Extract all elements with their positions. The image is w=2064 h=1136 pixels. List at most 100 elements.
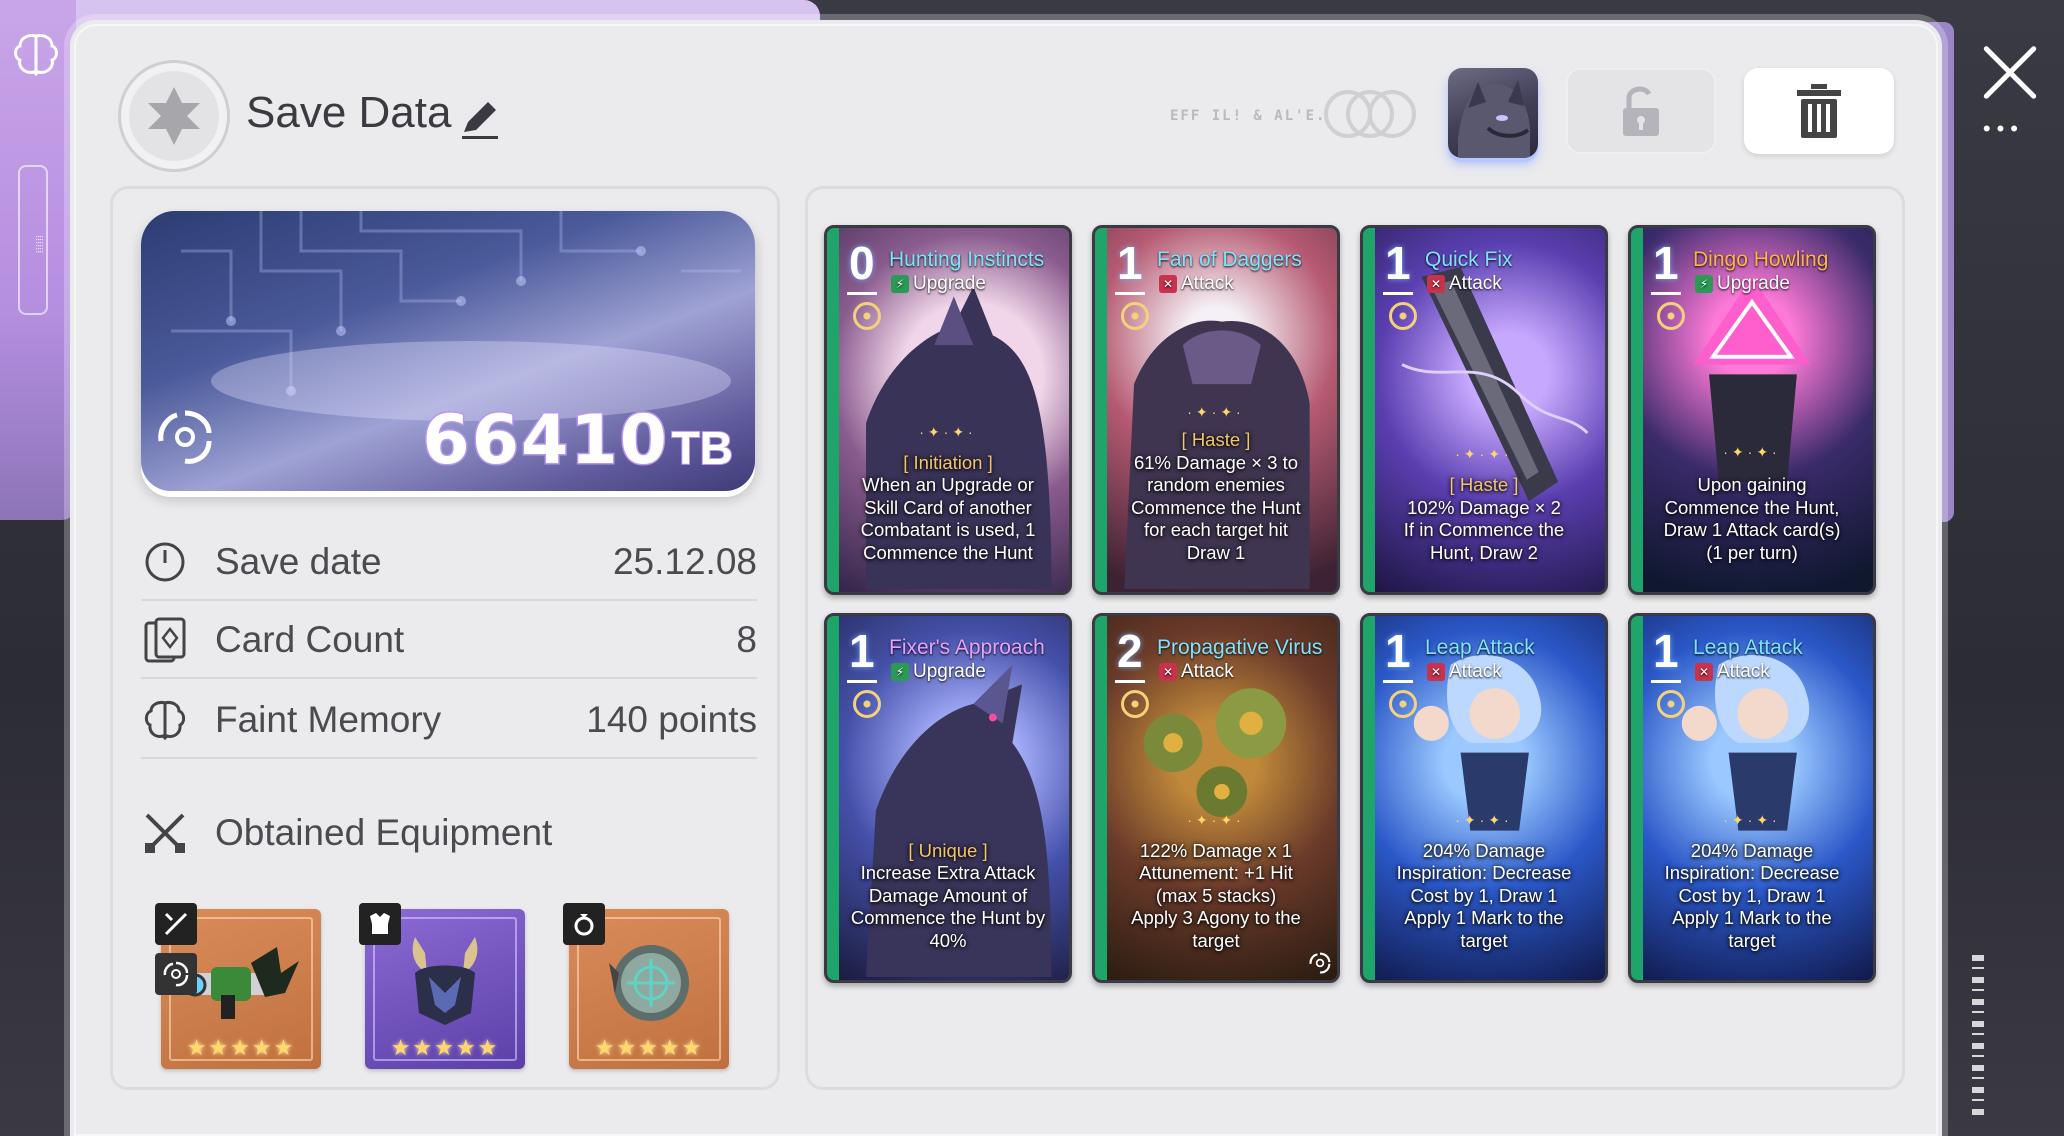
target-icon — [853, 302, 881, 330]
card-fan-of-daggers[interactable]: 1 Fan of Daggers ✕ Attack ·✦·✦· [ Haste ]… — [1092, 225, 1340, 595]
card-description: [ Initiation ] When an Upgrade or Skill … — [860, 451, 1036, 563]
card-description: 204% Damage Inspiration: Decrease Cost b… — [1664, 839, 1840, 951]
faint-memory-row: Faint Memory 140 points — [141, 683, 757, 759]
edit-pencil-icon[interactable] — [456, 94, 504, 142]
save-data-panel: Save Data EFF IL! & AL'E. 66410 TB Save … — [70, 20, 1942, 1136]
background-left-strip: ⁞⁞⁞⁞⁞⁞ — [0, 0, 76, 520]
star-divider: ·✦·✦· — [1187, 812, 1245, 828]
tb-balance-card: 66410 TB — [141, 211, 755, 491]
rarity-stars: ★★★★★ — [390, 1035, 500, 1060]
attack-icon: ✕ — [1427, 275, 1445, 293]
card-type: ✕ Attack — [1427, 273, 1502, 295]
equipment-weapon[interactable]: ★★★★★ — [155, 903, 321, 1069]
star-divider: ·✦·✦· — [1455, 446, 1513, 462]
faint-memory-value: 140 points — [586, 699, 757, 740]
attack-icon: ✕ — [1427, 663, 1445, 681]
card-propagative-virus[interactable]: 2 Propagative Virus ✕ Attack ·✦·✦· 122% D… — [1092, 613, 1340, 983]
card-count-row: Card Count 8 — [141, 603, 757, 679]
card-description: [ Haste ] 102% Damage × 2 If in Commence… — [1403, 474, 1565, 563]
star-divider: ·✦·✦· — [919, 424, 977, 440]
attack-icon: ✕ — [1159, 663, 1177, 681]
armor-art — [412, 937, 478, 1025]
card-cost: 1 — [1653, 237, 1679, 289]
card-name: Leap Attack — [1693, 636, 1803, 659]
card-cost: 0 — [849, 237, 875, 289]
tb-swirl-small-icon — [155, 953, 197, 995]
cards-icon — [141, 616, 189, 664]
rarity-stars: ★★★★★ — [594, 1035, 704, 1060]
delete-button[interactable] — [1744, 68, 1894, 154]
tb-swirl-icon — [158, 410, 212, 464]
card-name: Quick Fix — [1425, 248, 1513, 271]
card-cost: 1 — [1653, 625, 1679, 677]
card-name: Fixer's Approach — [889, 636, 1045, 659]
card-leap-attack-2[interactable]: 1 Leap Attack ✕ Attack ·✦·✦· 204% Damage … — [1628, 613, 1876, 983]
target-icon — [1389, 690, 1417, 718]
close-icon[interactable] — [1974, 36, 2046, 108]
card-cost: 1 — [849, 625, 875, 677]
star-divider: ·✦·✦· — [1455, 812, 1513, 828]
card-name: Leap Attack — [1425, 636, 1535, 659]
card-cost: 1 — [1117, 237, 1143, 289]
rarity-stars: ★★★★★ — [186, 1035, 296, 1060]
card-type: ⚡ Upgrade — [1695, 273, 1790, 295]
gun-weapon-art — [183, 947, 299, 1019]
vertical-label: ⁞⁞⁞⁞⁞⁞ — [18, 165, 48, 315]
faint-memory-label: Faint Memory — [215, 699, 442, 740]
upgrade-icon: ⚡ — [891, 663, 909, 681]
crossed-swords-icon — [141, 809, 189, 857]
card-quick-fix[interactable]: 1 Quick Fix ✕ Attack ·✦·✦· [ Haste ] 102%… — [1360, 225, 1608, 595]
star-divider: ·✦·✦· — [1723, 444, 1781, 460]
brain-icon — [10, 30, 62, 92]
lock-button[interactable] — [1566, 68, 1716, 154]
clock-icon — [141, 538, 189, 586]
unlock-icon — [1623, 86, 1659, 136]
equipment-armor[interactable]: ★★★★★ — [359, 903, 525, 1069]
card-fixers-approach[interactable]: 1 Fixer's Approach ⚡ Upgrade [ Unique ] I… — [824, 613, 1072, 983]
target-icon — [1389, 302, 1417, 330]
card-cost: 1 — [1385, 625, 1411, 677]
character-avatar[interactable] — [1448, 68, 1538, 158]
cards-panel: 0 Hunting Instincts ⚡ Upgrade ·✦·✦· [ Ini… — [805, 186, 1905, 1090]
page-title: Save Data — [246, 88, 452, 137]
card-name: Fan of Daggers — [1157, 248, 1302, 271]
save-date-row: Save date 25.12.08 — [141, 525, 757, 601]
brain-memory-icon — [141, 696, 189, 744]
card-name: Propagative Virus — [1157, 636, 1323, 659]
card-type: ⚡ Upgrade — [891, 273, 986, 295]
save-info-panel: 66410 TB Save date 25.12.08 Card Count 8… — [110, 186, 780, 1090]
faint-header-text: EFF IL! & AL'E. — [1170, 108, 1327, 124]
equipment-accessory[interactable]: ★★★★★ — [563, 903, 729, 1069]
card-leap-attack-1[interactable]: 1 Leap Attack ✕ Attack ·✦·✦· 204% Damage … — [1360, 613, 1608, 983]
save-date-value: 25.12.08 — [612, 541, 757, 582]
swirl-icon — [1309, 952, 1331, 974]
card-dingo-howling[interactable]: 1 Dingo Howling ⚡ Upgrade ·✦·✦· Upon gain… — [1628, 225, 1876, 595]
star-divider: ·✦·✦· — [1723, 812, 1781, 828]
card-type: ✕ Attack — [1159, 661, 1234, 683]
card-type: ✕ Attack — [1159, 273, 1234, 295]
target-icon — [1657, 302, 1685, 330]
barcode-decoration — [1972, 955, 1984, 1115]
target-icon — [853, 690, 881, 718]
card-type: ✕ Attack — [1695, 661, 1770, 683]
card-count-value: 8 — [736, 619, 757, 660]
card-name: Hunting Instincts — [889, 248, 1045, 271]
obtained-equipment-label: Obtained Equipment — [215, 812, 553, 853]
card-description: [ Unique ] Increase Extra Attack Damage … — [850, 839, 1046, 951]
save-slot-star-icon — [118, 60, 230, 172]
card-count-label: Card Count — [215, 619, 405, 660]
card-hunting-instincts[interactable]: 0 Hunting Instincts ⚡ Upgrade ·✦·✦· [ Ini… — [824, 225, 1072, 595]
attack-icon: ✕ — [1695, 663, 1713, 681]
card-description: Upon gaining Commence the Hunt, Draw 1 A… — [1663, 474, 1841, 563]
orb-accessory-art — [609, 945, 689, 1021]
card-type: ✕ Attack — [1427, 661, 1502, 683]
card-name: Dingo Howling — [1693, 248, 1829, 271]
more-dots-icon: ••• — [1982, 116, 2024, 141]
card-description: 204% Damage Inspiration: Decrease Cost b… — [1396, 839, 1572, 951]
card-cost: 2 — [1117, 625, 1143, 677]
star-divider: ·✦·✦· — [1187, 404, 1245, 420]
tb-unit: TB — [671, 421, 734, 475]
card-type: ⚡ Upgrade — [891, 661, 986, 683]
save-date-label: Save date — [215, 541, 382, 582]
tb-value: 66410 — [421, 400, 669, 482]
